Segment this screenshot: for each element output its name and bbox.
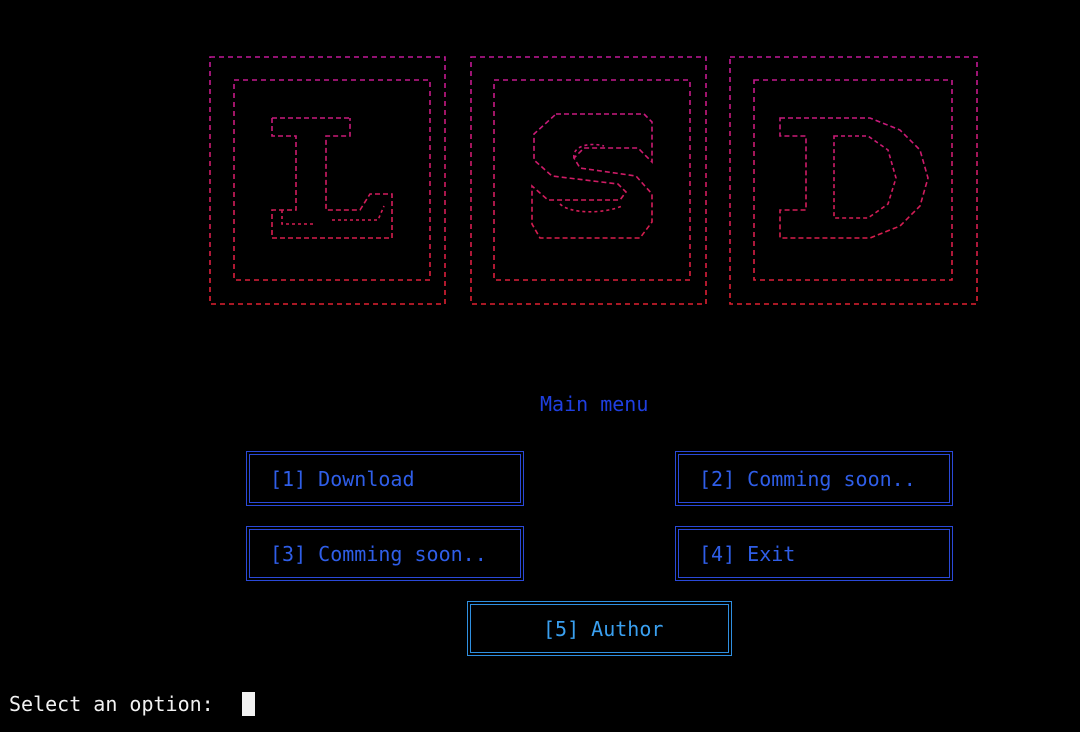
logo-block-l: [209, 56, 446, 305]
logo-block-s: [470, 56, 707, 305]
menu-option-label: [3] Comming soon..: [270, 542, 487, 566]
lsd-ascii-logo: [209, 56, 978, 305]
select-option-prompt: Select an option:: [9, 692, 226, 716]
menu-option-label: [5] Author: [543, 617, 664, 641]
terminal-screen: Main menu [1] Download [2] Comming soon.…: [0, 0, 1080, 732]
input-cursor[interactable]: [242, 692, 255, 716]
menu-option-exit[interactable]: [4] Exit: [675, 526, 953, 581]
menu-option-label: [2] Comming soon..: [699, 467, 916, 491]
logo-block-d: [729, 56, 978, 305]
menu-option-label: [1] Download: [270, 467, 415, 491]
menu-option-download[interactable]: [1] Download: [246, 451, 524, 506]
menu-option-author[interactable]: [5] Author: [467, 601, 732, 656]
menu-title: Main menu: [540, 392, 649, 416]
menu-option-label: [4] Exit: [699, 542, 796, 566]
menu-option-coming-soon-3[interactable]: [3] Comming soon..: [246, 526, 524, 581]
menu-option-coming-soon-2[interactable]: [2] Comming soon..: [675, 451, 953, 506]
